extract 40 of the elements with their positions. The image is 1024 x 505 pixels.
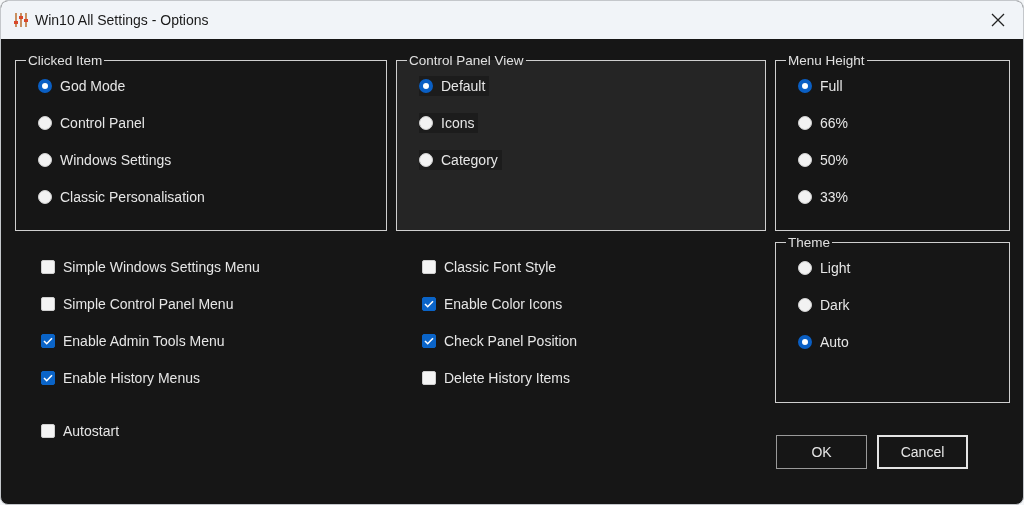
radio-option[interactable]: Dark (798, 295, 854, 315)
radio-option[interactable]: Full (798, 76, 847, 96)
radio-option[interactable]: Classic Personalisation (38, 187, 209, 207)
radio-option[interactable]: Light (798, 258, 855, 278)
checkbox-option[interactable]: Enable History Menus (41, 368, 204, 388)
checkbox-option[interactable]: Check Panel Position (422, 331, 582, 351)
checkbox-option[interactable]: Enable Color Icons (422, 294, 567, 314)
checkbox-option[interactable]: Enable Admin Tools Menu (41, 331, 229, 351)
checkbox[interactable] (41, 371, 55, 385)
radio-option[interactable]: 50% (798, 150, 853, 170)
checkbox[interactable] (422, 334, 436, 348)
radio-button[interactable] (798, 79, 812, 93)
dialog-button[interactable]: Cancel (877, 435, 968, 469)
checkbox-option[interactable]: Classic Font Style (422, 257, 561, 277)
checkbox-option[interactable]: Delete History Items (422, 368, 575, 388)
checkbox[interactable] (41, 334, 55, 348)
checkbox[interactable] (422, 297, 436, 311)
radio-option[interactable]: 33% (798, 187, 853, 207)
close-icon (991, 13, 1005, 27)
radio-option[interactable]: Default (419, 76, 490, 96)
group-label: Control Panel View (408, 53, 525, 68)
dialog-button[interactable]: OK (776, 435, 867, 469)
radio-option[interactable]: Category (419, 150, 502, 170)
radio-option[interactable]: Control Panel (38, 113, 149, 133)
group-label: Theme (787, 235, 832, 250)
radio-option[interactable]: Windows Settings (38, 150, 176, 170)
sliders-icon (13, 12, 29, 28)
radio-option[interactable]: God Mode (38, 76, 130, 96)
checkbox-option[interactable]: Simple Control Panel Menu (41, 294, 238, 314)
checkbox-option[interactable]: Simple Windows Settings Menu (41, 257, 264, 277)
radio-button[interactable] (419, 79, 433, 93)
checkbox-option[interactable]: Autostart (41, 421, 124, 441)
radio-button[interactable] (38, 79, 52, 93)
window-title: Win10 All Settings - Options (35, 12, 210, 28)
radio-option[interactable]: 66% (798, 113, 853, 133)
radio-option[interactable]: Auto (798, 332, 853, 352)
radio-option[interactable]: Icons (419, 113, 479, 133)
radio-button[interactable] (798, 335, 812, 349)
group-label: Menu Height (787, 53, 866, 68)
group-label: Clicked Item (27, 53, 104, 68)
